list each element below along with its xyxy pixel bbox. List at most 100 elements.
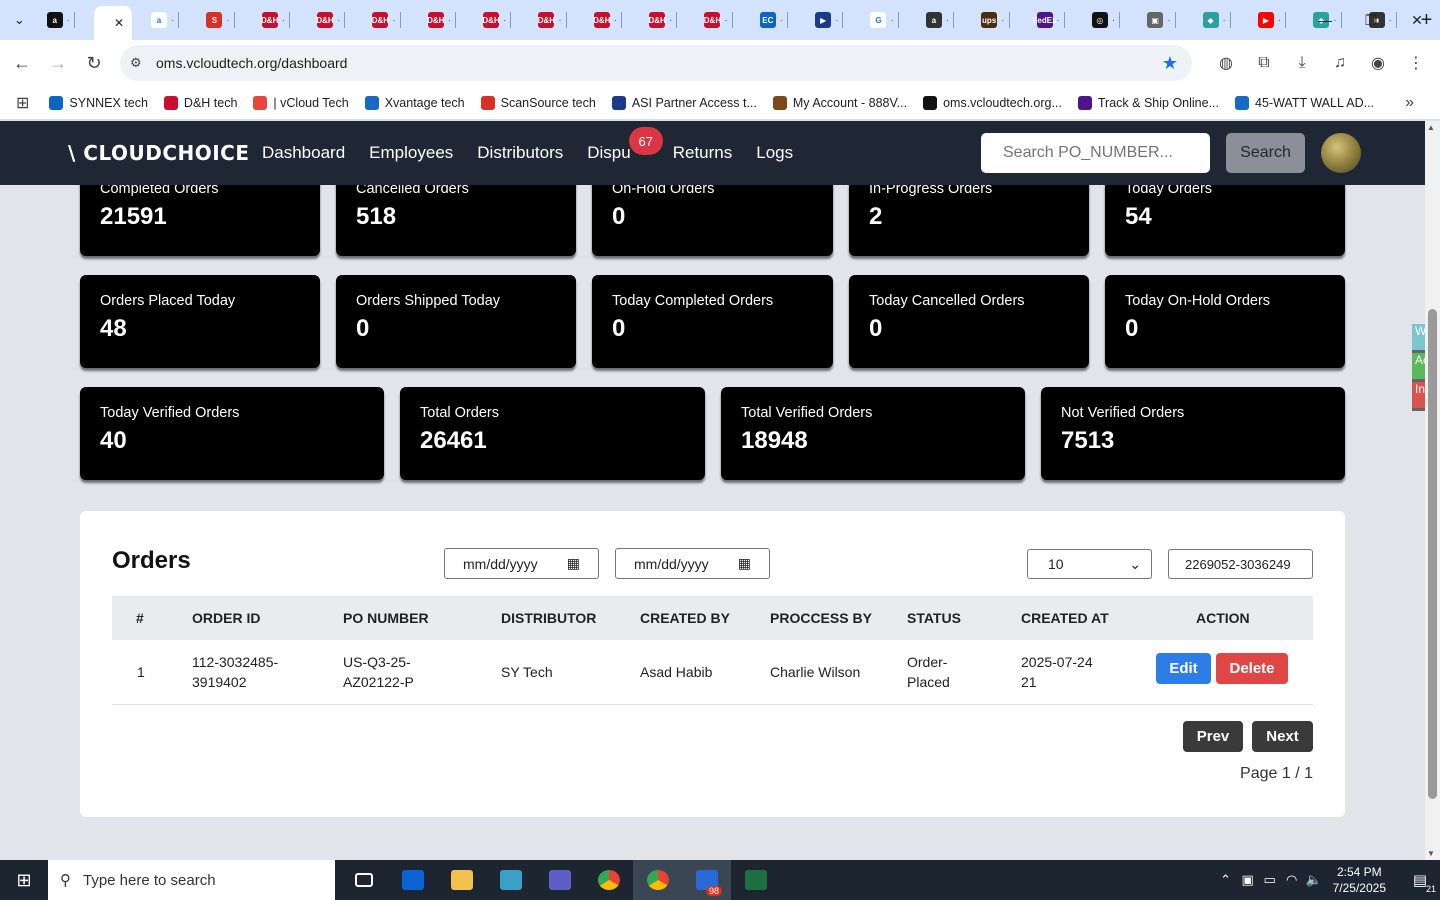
bookmark-item[interactable]: | vCloud Tech	[253, 95, 349, 110]
calendar-icon[interactable]: ▦	[738, 555, 751, 572]
apps-grid-icon[interactable]: ⊞	[16, 93, 29, 113]
taskbar-clock[interactable]: 2:54 PM 7/25/2025	[1333, 864, 1386, 896]
edit-button[interactable]: Edit	[1156, 653, 1211, 684]
delete-button[interactable]: Delete	[1216, 653, 1288, 684]
zoho-icon[interactable]: 98	[682, 860, 731, 900]
po-number-search-input[interactable]	[981, 133, 1210, 173]
task-view-icon[interactable]	[339, 860, 388, 900]
tray-chevron-up-icon[interactable]: ⌃	[1215, 872, 1237, 888]
excel-icon[interactable]	[731, 860, 780, 900]
nav-distributors[interactable]: Distributors	[477, 143, 563, 163]
close-window-icon[interactable]: ✕	[1394, 0, 1440, 40]
bookmarks-overflow-icon[interactable]: »	[1405, 94, 1414, 112]
app-diamond-icon[interactable]	[486, 860, 535, 900]
scroll-down-arrow-icon[interactable]: ▼	[1427, 849, 1435, 858]
more-menu-icon[interactable]: ⋮	[1400, 45, 1432, 81]
scroll-thumb[interactable]	[1428, 309, 1437, 799]
page-scrollbar[interactable]: ▲ ▼	[1425, 121, 1440, 860]
bookmark-item[interactable]: ASI Partner Access t...	[611, 95, 757, 110]
bookmark-item[interactable]: My Account - 888V...	[772, 95, 907, 110]
browser-tab[interactable]: D&H ·	[364, 4, 408, 36]
calendar-icon[interactable]: ▦	[567, 555, 580, 572]
translate-globe-icon[interactable]: ◍	[1210, 45, 1242, 81]
browser-tab[interactable]: ▣ ·	[1139, 4, 1183, 36]
browser-tab[interactable]: D&H ·	[475, 4, 519, 36]
nav-returns[interactable]: Returns	[673, 143, 733, 163]
outlook-icon[interactable]	[388, 860, 437, 900]
reload-icon[interactable]: ↻	[76, 45, 112, 81]
user-avatar[interactable]	[1321, 133, 1361, 173]
row-status-line1: Order-	[907, 654, 948, 670]
tab-search-chevron-icon[interactable]: ⌄	[0, 0, 39, 40]
bookmark-item[interactable]: D&H tech	[163, 95, 237, 110]
download-icon[interactable]: ⤓	[1286, 45, 1318, 81]
cloudchoice-logo[interactable]: \ CLOUDCHOICE	[68, 141, 250, 165]
notification-center-icon[interactable]: ▤ 21	[1400, 860, 1440, 900]
chrome-icon[interactable]	[584, 860, 633, 900]
file-explorer-icon[interactable]	[437, 860, 486, 900]
browser-tab[interactable]: S ·	[198, 4, 242, 36]
site-settings-icon[interactable]: ⚙	[130, 55, 156, 71]
prev-page-button[interactable]: Prev	[1183, 721, 1243, 752]
bookmark-item[interactable]: ScanSource tech	[480, 95, 596, 110]
windows-start-icon[interactable]: ⊞	[0, 860, 48, 900]
taskbar-search-box[interactable]: ⚲ Type here to search	[48, 860, 335, 900]
network-icon[interactable]: ▭	[1259, 872, 1281, 888]
browser-tab[interactable]: D&H ·	[420, 4, 464, 36]
browser-tab[interactable]: ups ·	[973, 4, 1017, 36]
browser-tab[interactable]: EC ·	[752, 4, 796, 36]
bookmark-item[interactable]: Xvantage tech	[364, 95, 465, 110]
next-page-button[interactable]: Next	[1252, 721, 1313, 752]
nav-disputes[interactable]: Dispu 67	[587, 127, 663, 163]
back-arrow-icon[interactable]: ←	[4, 45, 40, 81]
volume-icon[interactable]: 🔈	[1303, 872, 1325, 888]
browser-tab[interactable]: D&H ·	[309, 4, 353, 36]
browser-tab[interactable]: D&H ·	[696, 4, 740, 36]
teams-icon[interactable]	[535, 860, 584, 900]
tab-close-icon[interactable]: ✕	[114, 16, 124, 30]
browser-tab[interactable]: a ·	[918, 4, 962, 36]
bookmark-item[interactable]: Track & Ship Online...	[1077, 95, 1219, 110]
row-order-id[interactable]: 112-3032485- 3919402	[192, 652, 278, 692]
tab-title-dot: ·	[447, 14, 452, 26]
bookmark-item[interactable]: 45-WATT WALL AD...	[1235, 95, 1374, 110]
side-widget-tab-1[interactable]: W	[1412, 324, 1425, 350]
page-size-select[interactable]: 10 ⌄	[1027, 549, 1152, 579]
bookmark-star-icon[interactable]: ★	[1162, 53, 1178, 74]
browser-tab[interactable]: ◎ ·	[1084, 4, 1128, 36]
minimize-icon[interactable]: —	[1302, 0, 1348, 40]
nav-dashboard[interactable]: Dashboard	[262, 143, 345, 163]
chrome-icon[interactable]	[633, 860, 682, 900]
browser-tab[interactable]: FedEx ·	[1029, 4, 1073, 36]
browser-tab[interactable]: ✕	[94, 6, 133, 40]
nav-employees[interactable]: Employees	[369, 143, 453, 163]
nav-logs[interactable]: Logs	[756, 143, 793, 163]
restore-icon[interactable]: ❐	[1348, 0, 1394, 40]
browser-tab[interactable]: D&H ·	[586, 4, 630, 36]
address-bar[interactable]: ⚙ oms.vcloudtech.org/dashboard ★	[120, 45, 1192, 81]
browser-tab[interactable]: G ·	[862, 4, 906, 36]
bookmark-item[interactable]: oms.vcloudtech.org...	[923, 95, 1062, 110]
bookmark-item[interactable]: SYNNEX tech	[49, 95, 148, 110]
browser-tab[interactable]: ◆ ·	[1195, 4, 1239, 36]
browser-tab[interactable]: D&H ·	[530, 4, 574, 36]
extensions-puzzle-icon[interactable]: ⧉	[1248, 45, 1280, 81]
order-filter-input[interactable]: 2269052-3036249	[1168, 549, 1313, 579]
scroll-up-arrow-icon[interactable]: ▲	[1427, 123, 1435, 132]
date-from-input[interactable]: mm/dd/yyyy ▦	[444, 548, 599, 579]
media-control-icon[interactable]: ♫	[1324, 45, 1356, 81]
browser-tab[interactable]: a ·	[39, 4, 83, 36]
browser-tab[interactable]: ▶ ·	[1250, 4, 1294, 36]
browser-tab[interactable]: D&H ·	[641, 4, 685, 36]
wifi-icon[interactable]: ◠	[1281, 872, 1303, 888]
forward-arrow-icon[interactable]: →	[40, 45, 76, 81]
tray-app-icon[interactable]: ▣	[1237, 872, 1259, 888]
browser-tab[interactable]: ▶ ·	[807, 4, 851, 36]
side-widget-tab-3[interactable]: In	[1412, 382, 1425, 408]
profile-icon[interactable]: ◉	[1362, 45, 1394, 81]
browser-tab[interactable]: D&H ·	[254, 4, 298, 36]
side-widget-tab-2[interactable]: Ac	[1412, 353, 1425, 379]
search-button[interactable]: Search	[1226, 133, 1305, 173]
date-to-input[interactable]: mm/dd/yyyy ▦	[615, 548, 770, 579]
browser-tab[interactable]: a ·	[143, 4, 187, 36]
